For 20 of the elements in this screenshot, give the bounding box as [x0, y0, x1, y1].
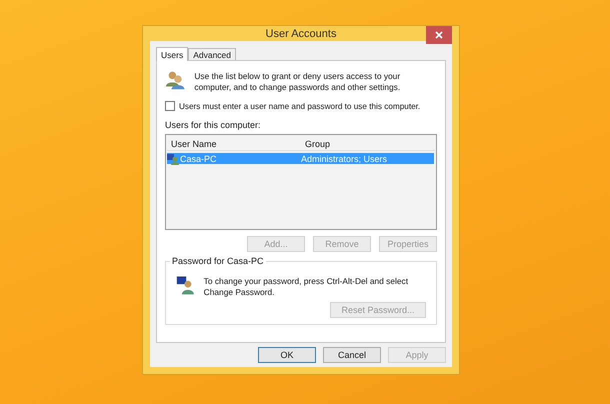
window-title: User Accounts	[266, 28, 336, 40]
table-cell-text: Administrators; Users	[301, 154, 388, 164]
group-title: Password for Casa-PC	[170, 256, 266, 266]
user-icon	[167, 152, 179, 164]
dialog-button[interactable]: OK	[258, 347, 316, 363]
column-header[interactable]: Group	[305, 138, 435, 148]
dialog-button[interactable]: Cancel	[323, 347, 381, 363]
tab[interactable]: Advanced	[188, 48, 236, 60]
tab[interactable]: Users	[156, 47, 188, 61]
column-header[interactable]: User Name	[171, 138, 305, 148]
intro-text: Use the list below to grant or deny users access to your computer, and to change passwords and other settings.	[194, 70, 402, 93]
users-icon	[165, 69, 186, 91]
close-button[interactable]	[426, 26, 452, 44]
checkbox[interactable]	[165, 101, 175, 111]
close-icon	[435, 31, 443, 39]
checkbox-label: Users must enter a user name and password to use this computer.	[179, 102, 420, 110]
password-text: To change your password, press Ctrl-Alt-Del and select Change Password.	[204, 275, 410, 298]
users-label: Users for this computer:	[165, 120, 262, 130]
user-monitor-icon	[176, 274, 195, 296]
table-cell-text: Casa-PC	[180, 154, 218, 164]
